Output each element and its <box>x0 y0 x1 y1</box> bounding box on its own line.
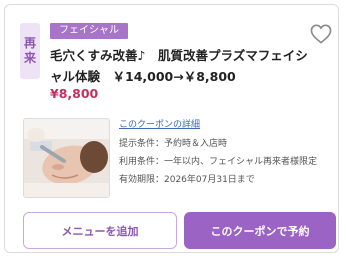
coupon-details-link[interactable]: このクーポンの詳細 <box>119 116 344 134</box>
heart-icon[interactable] <box>310 24 332 44</box>
coupon-title: 毛穴くすみ改善♪ 肌質改善プラズマフェイシャル体験 ￥14,000→￥8,800 <box>50 48 308 84</box>
add-menu-button[interactable]: メニューを追加 <box>23 212 177 249</box>
coupon-details: このクーポンの詳細 提示条件：予約時＆入店時 利用条件：一年以内、フェイシャル再… <box>119 116 344 189</box>
coupon-price: ¥8,800 <box>50 86 99 101</box>
repeat-tag-char-2: 来 <box>23 51 36 65</box>
repeat-customer-tag: 再 来 <box>20 23 40 79</box>
expiration-date: 有効期限：2026年07月31日まで <box>119 175 255 185</box>
repeat-tag-char-1: 再 <box>23 36 36 50</box>
category-badge: フェイシャル <box>50 23 128 39</box>
coupon-card: 再 来 フェイシャル 毛穴くすみ改善♪ 肌質改善プラズマフェイシャル体験 ￥14… <box>4 4 339 253</box>
presentation-condition: 提示条件：予約時＆入店時 <box>119 139 228 149</box>
reserve-with-coupon-button[interactable]: このクーポンで予約 <box>184 212 336 249</box>
usage-condition: 利用条件：一年以内、フェイシャル再来者様限定 <box>119 157 318 167</box>
facial-treatment-photo <box>23 118 110 198</box>
